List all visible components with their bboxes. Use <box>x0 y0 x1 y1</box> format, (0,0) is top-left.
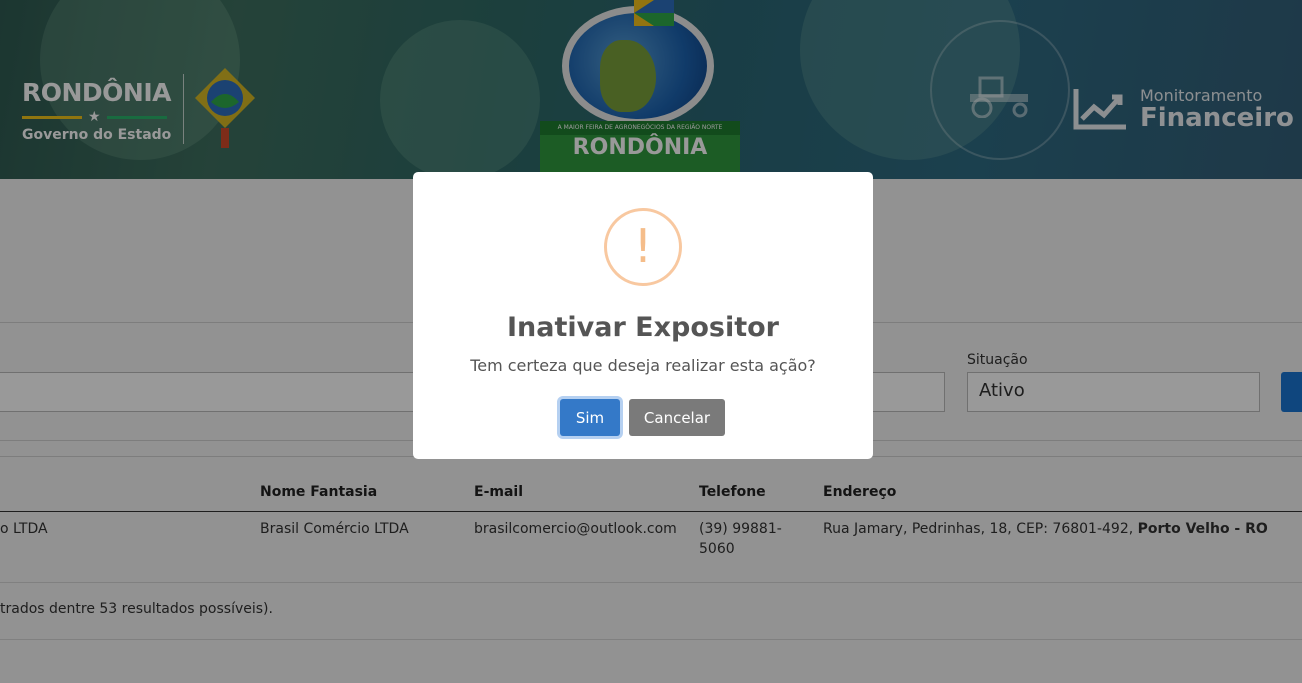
dialog-message: Tem certeza que deseja realizar esta açã… <box>470 356 816 375</box>
warning-icon: ! <box>604 208 682 286</box>
confirm-dialog: ! Inativar Expositor Tem certeza que des… <box>413 172 873 459</box>
confirm-button[interactable]: Sim <box>560 399 620 436</box>
cancel-button[interactable]: Cancelar <box>629 399 725 436</box>
dialog-title: Inativar Expositor <box>506 312 780 343</box>
